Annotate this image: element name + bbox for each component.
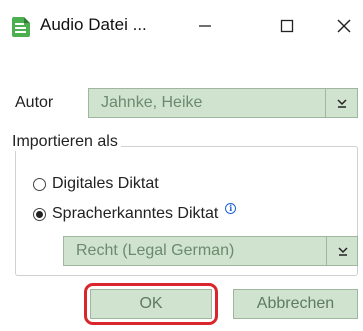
title-bar: Audio Datei ... [0,0,363,52]
maximize-icon [280,19,294,33]
chevron-down-icon [337,247,348,256]
author-dropdown[interactable]: Jahnke, Heike [88,88,358,118]
language-dropdown[interactable]: Recht (Legal German) [63,236,358,266]
info-icon[interactable]: i [225,202,237,214]
option-speech-recognized[interactable]: Spracherkanntes Diktat i [33,202,237,223]
minimize-button[interactable] [183,8,227,44]
chevron-down-icon [337,99,347,108]
option-label: Digitales Diktat [52,175,159,192]
option-digital-dictation[interactable]: Digitales Diktat [33,175,159,193]
document-icon [12,17,30,37]
author-dropdown-arrow[interactable] [326,89,358,117]
close-icon [337,19,351,33]
window-title: Audio Datei ... [40,15,147,34]
ok-button-highlight [84,283,218,325]
maximize-button[interactable] [265,8,309,44]
author-value: Jahnke, Heike [101,94,203,111]
language-dropdown-arrow[interactable] [327,237,358,265]
audio-import-dialog: Audio Datei ... Autor Jahnke, Heike Impo… [0,0,363,331]
import-as-title: Importieren als [9,133,121,151]
option-label: Spracherkanntes Diktat [52,205,219,222]
minimize-icon [199,25,211,27]
radio-speech-recognized[interactable] [33,207,46,221]
author-label: Autor [15,94,54,111]
cancel-button[interactable]: Abbrechen [233,289,358,319]
language-value: Recht (Legal German) [76,242,235,259]
radio-digital-dictation[interactable] [33,177,46,191]
close-button[interactable] [322,8,363,44]
